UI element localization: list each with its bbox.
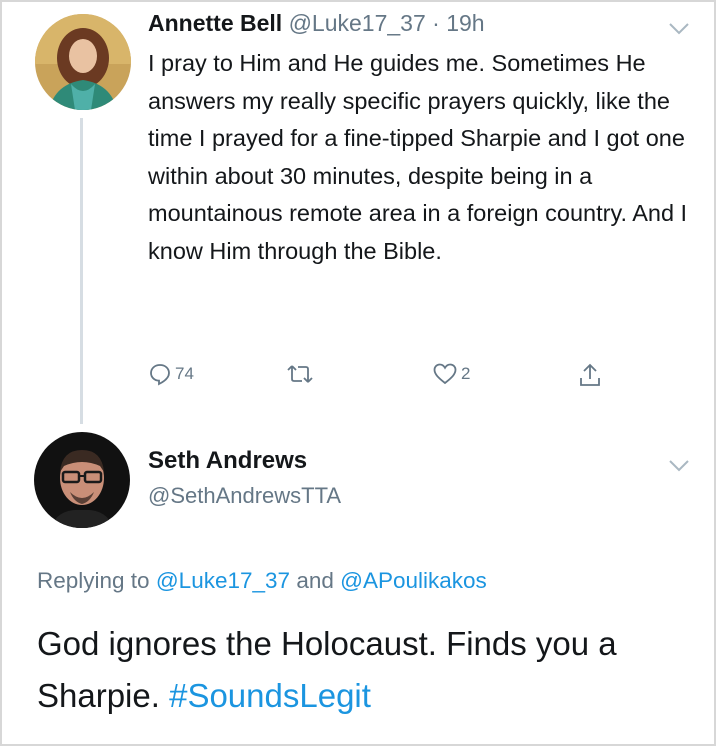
tweet-separator: · <box>432 10 440 36</box>
replying-user-link-1[interactable]: @Luke17_37 <box>156 568 290 593</box>
annette-bell-avatar[interactable] <box>35 14 131 110</box>
hashtag-link[interactable]: #SoundsLegit <box>169 677 371 714</box>
tweet-author-handle[interactable]: @Luke17_37 <box>289 10 426 36</box>
reply-text: God ignores the Holocaust. Finds you a S… <box>37 618 697 722</box>
tweet-header: Annette Bell @Luke17_37 · 19h <box>148 8 485 38</box>
reply-author-handle[interactable]: @SethAndrewsTTA <box>148 483 341 509</box>
like-action[interactable]: 2 <box>432 362 470 386</box>
share-action[interactable] <box>578 362 602 388</box>
share-icon <box>580 363 600 386</box>
tweet-timestamp[interactable]: 19h <box>446 10 484 36</box>
like-icon <box>433 363 457 385</box>
replying-prefix: Replying to <box>37 568 150 593</box>
reply-action[interactable]: 74 <box>148 362 194 386</box>
tweet-actions: 74 2 <box>148 362 618 392</box>
reply-icon <box>150 364 170 386</box>
seth-andrews-avatar[interactable] <box>34 432 130 528</box>
replying-and: and <box>296 568 334 593</box>
thread-connector-line <box>80 118 83 424</box>
tweet-text: I pray to Him and He guides me. Sometime… <box>148 50 688 264</box>
replying-user-link-2[interactable]: @APoulikakos <box>340 568 487 593</box>
tweet-menu-chevron-icon[interactable] <box>668 22 690 36</box>
replying-to-line: Replying to @Luke17_37 and @APoulikakos <box>37 568 487 594</box>
retweet-action[interactable] <box>286 362 317 386</box>
tweet-author-name[interactable]: Annette Bell <box>148 10 282 36</box>
retweet-icon <box>287 365 313 383</box>
reply-author-name[interactable]: Seth Andrews <box>148 447 307 475</box>
like-count: 2 <box>461 364 471 383</box>
reply-count: 74 <box>175 364 194 383</box>
reply-menu-chevron-icon[interactable] <box>668 459 690 473</box>
